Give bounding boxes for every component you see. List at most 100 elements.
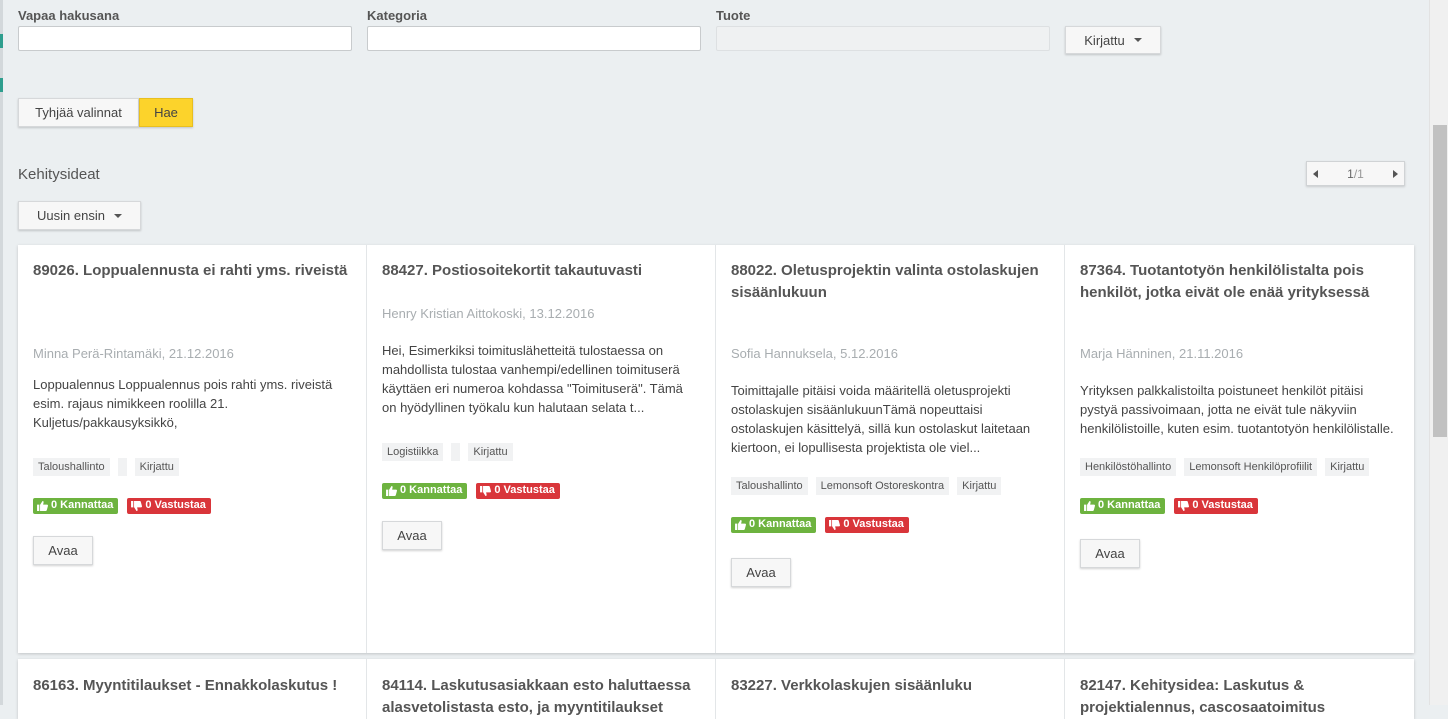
idea-tag: Lemonsoft Henkilöprofiilit	[1184, 458, 1318, 476]
section-title: Kehitysideat	[18, 166, 100, 183]
idea-title[interactable]: 82147. Kehitysidea: Laskutus & projektia…	[1080, 675, 1399, 719]
open-idea-button[interactable]: Avaa	[731, 558, 791, 587]
support-button[interactable]: 0 Kannattaa	[33, 498, 119, 514]
idea-author-date: Minna Perä-Rintamäki, 21.12.2016	[33, 346, 234, 361]
thumbs-down-icon	[131, 500, 143, 511]
idea-tag: Kirjattu	[1325, 458, 1370, 476]
vote-buttons: 0 Kannattaa 0 Vastustaa	[382, 483, 700, 499]
support-button[interactable]: 0 Kannattaa	[731, 517, 817, 533]
idea-tag	[451, 443, 461, 461]
page-indicator: 1/1	[1347, 167, 1364, 181]
idea-card: 88427. Postiosoitekortit takautuvasti He…	[367, 245, 716, 653]
oppose-button[interactable]: 0 Vastustaa	[825, 517, 909, 533]
support-count: 0 Kannattaa	[1098, 499, 1161, 511]
support-count: 0 Kannattaa	[400, 484, 463, 496]
support-button[interactable]: 0 Kannattaa	[382, 483, 468, 499]
current-page: 1	[1347, 166, 1354, 181]
idea-title[interactable]: 83227. Verkkolaskujen sisäänluku	[731, 675, 1049, 697]
product-label: Tuote	[716, 8, 751, 23]
idea-title[interactable]: 89026. Loppualennusta ei rahti yms. rive…	[33, 260, 351, 326]
previous-page-icon[interactable]	[1313, 169, 1318, 178]
idea-title[interactable]: 84114. Laskutusasiakkaan esto haluttaess…	[382, 675, 700, 719]
idea-card: 84114. Laskutusasiakkaan esto haluttaess…	[367, 659, 716, 719]
oppose-button[interactable]: 0 Vastustaa	[127, 498, 211, 514]
idea-description: Hei, Esimerkiksi toimituslähetteitä tulo…	[382, 343, 683, 415]
idea-tag: Kirjattu	[957, 477, 1002, 495]
oppose-button[interactable]: 0 Vastustaa	[1174, 498, 1258, 514]
idea-author-date: Henry Kristian Aittokoski, 13.12.2016	[382, 306, 595, 321]
scrollbar-thumb[interactable]	[1433, 125, 1447, 437]
sort-dropdown[interactable]: Uusin ensin	[18, 201, 141, 230]
product-input	[716, 26, 1050, 51]
idea-tag: Taloushallinto	[731, 477, 808, 495]
status-dropdown[interactable]: Kirjattu	[1065, 26, 1161, 54]
pagination: 1/1	[1306, 161, 1405, 186]
support-button[interactable]: 0 Kannattaa	[1080, 498, 1166, 514]
idea-tag: Kirjattu	[134, 458, 179, 476]
idea-tag: Henkilöstöhallinto	[1080, 458, 1177, 476]
next-page-icon[interactable]	[1392, 169, 1398, 178]
open-idea-button[interactable]: Avaa	[1080, 539, 1140, 568]
vote-buttons: 0 Kannattaa 0 Vastustaa	[33, 498, 351, 514]
status-dropdown-label: Kirjattu	[1084, 32, 1125, 48]
idea-tag: Kirjattu	[468, 443, 513, 461]
free-search-input[interactable]	[18, 26, 352, 51]
caret-down-icon	[113, 213, 122, 218]
thumbs-down-icon	[480, 485, 492, 496]
idea-tags: Logistiikka Kirjattu	[382, 443, 700, 461]
total-pages: /1	[1353, 166, 1364, 181]
sort-dropdown-label: Uusin ensin	[37, 208, 105, 223]
idea-card: 82147. Kehitysidea: Laskutus & projektia…	[1065, 659, 1414, 719]
idea-title[interactable]: 88022. Oletusprojektin valinta ostolasku…	[731, 260, 1049, 326]
idea-tag	[117, 458, 127, 476]
idea-tags: Henkilöstöhallinto Lemonsoft Henkilöprof…	[1080, 458, 1399, 476]
category-input[interactable]	[367, 26, 701, 51]
idea-tags: Taloushallinto Lemonsoft Ostoreskontra K…	[731, 477, 1049, 495]
idea-tags: Taloushallinto Kirjattu	[33, 458, 351, 476]
edge-marker	[0, 78, 3, 92]
idea-tag: Logistiikka	[382, 443, 444, 461]
idea-title[interactable]: 88427. Postiosoitekortit takautuvasti	[382, 260, 700, 282]
oppose-count: 0 Vastustaa	[494, 484, 555, 496]
caret-down-icon	[1133, 38, 1142, 42]
thumbs-up-icon	[386, 485, 397, 496]
idea-author-date: Marja Hänninen, 21.11.2016	[1080, 346, 1244, 361]
idea-card: 83227. Verkkolaskujen sisäänluku	[716, 659, 1065, 719]
idea-tag: Lemonsoft Ostoreskontra	[815, 477, 950, 495]
oppose-count: 0 Vastustaa	[1192, 499, 1253, 511]
vote-buttons: 0 Kannattaa 0 Vastustaa	[731, 517, 1049, 533]
clear-selections-button[interactable]: Tyhjää valinnat	[18, 98, 139, 127]
idea-card: 87364. Tuotantotyön henkilölistalta pois…	[1065, 245, 1414, 653]
vertical-scrollbar[interactable]	[1429, 0, 1448, 705]
open-idea-button[interactable]: Avaa	[382, 521, 442, 550]
support-count: 0 Kannattaa	[749, 518, 812, 530]
idea-description: Loppualennus Loppualennus pois rahti yms…	[33, 377, 333, 430]
idea-card: 88022. Oletusprojektin valinta ostolasku…	[716, 245, 1065, 653]
left-edge-strip	[0, 0, 3, 705]
thumbs-up-icon	[735, 519, 746, 530]
idea-description: Yrityksen palkkalistoilta poistuneet hen…	[1080, 383, 1394, 436]
idea-description: Toimittajalle pitäisi voida määritellä o…	[731, 383, 1031, 455]
category-label: Kategoria	[367, 8, 427, 23]
idea-card: 86163. Myyntitilaukset - Ennakkolaskutus…	[18, 659, 367, 719]
thumbs-up-icon	[1084, 500, 1095, 511]
idea-author-date: Sofia Hannuksela, 5.12.2016	[731, 346, 898, 361]
free-search-label: Vapaa hakusana	[18, 8, 120, 23]
idea-card: 89026. Loppualennusta ei rahti yms. rive…	[18, 245, 367, 653]
ideas-grid-row: 89026. Loppualennusta ei rahti yms. rive…	[18, 245, 1414, 653]
oppose-count: 0 Vastustaa	[145, 499, 206, 511]
oppose-count: 0 Vastustaa	[843, 518, 904, 530]
search-button[interactable]: Hae	[139, 98, 193, 127]
idea-title[interactable]: 87364. Tuotantotyön henkilölistalta pois…	[1080, 260, 1399, 326]
idea-tag: Taloushallinto	[33, 458, 110, 476]
edge-marker	[0, 34, 3, 48]
open-idea-button[interactable]: Avaa	[33, 536, 93, 565]
support-count: 0 Kannattaa	[51, 499, 114, 511]
oppose-button[interactable]: 0 Vastustaa	[476, 483, 560, 499]
idea-title[interactable]: 86163. Myyntitilaukset - Ennakkolaskutus…	[33, 675, 351, 697]
thumbs-down-icon	[1178, 500, 1190, 511]
vote-buttons: 0 Kannattaa 0 Vastustaa	[1080, 498, 1399, 514]
thumbs-down-icon	[829, 519, 841, 530]
thumbs-up-icon	[37, 500, 48, 511]
ideas-grid-row: 86163. Myyntitilaukset - Ennakkolaskutus…	[18, 659, 1414, 719]
